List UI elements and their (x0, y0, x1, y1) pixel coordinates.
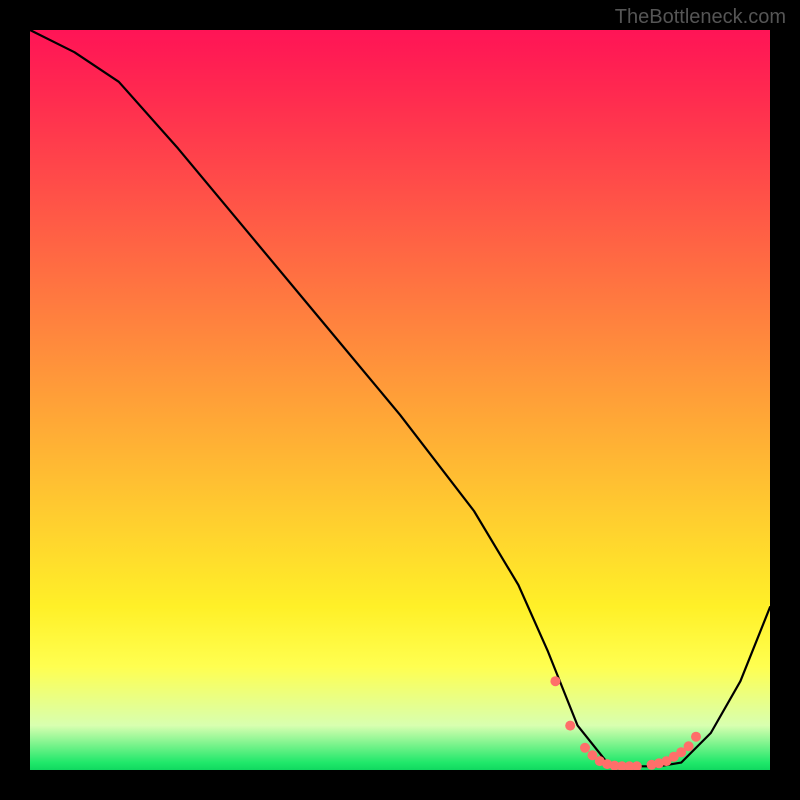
marker-dot (691, 732, 701, 742)
marker-dot (565, 721, 575, 731)
marker-group (550, 676, 701, 770)
curve-path (30, 30, 770, 766)
marker-dot (684, 741, 694, 751)
watermark-label: TheBottleneck.com (615, 6, 786, 29)
plot-area (30, 30, 770, 770)
chart-svg (30, 30, 770, 770)
marker-dot (550, 676, 560, 686)
marker-dot (632, 761, 642, 770)
marker-dot (580, 743, 590, 753)
